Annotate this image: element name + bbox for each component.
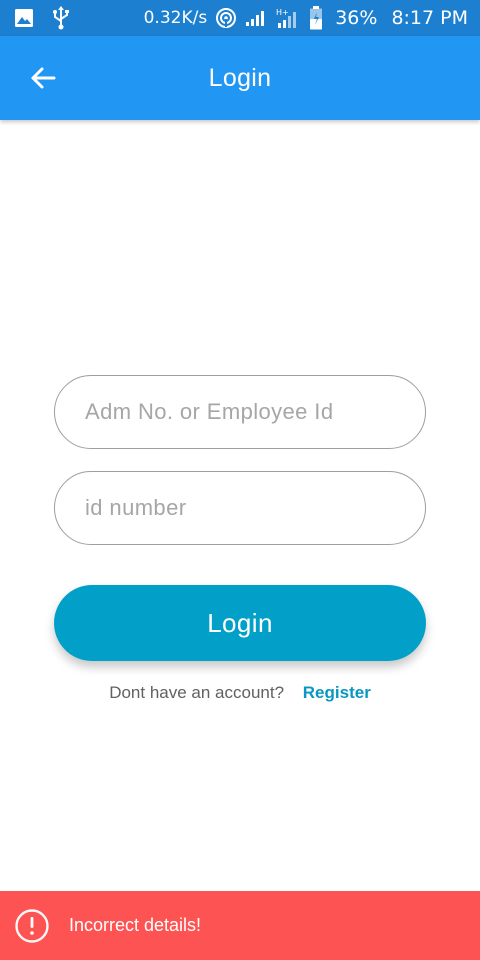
network-type-label: H+: [276, 8, 289, 17]
adm-number-input[interactable]: [55, 376, 425, 448]
info-icon: [14, 908, 50, 944]
clock: 8:17 PM: [391, 7, 468, 29]
register-prompt: Dont have an account?: [109, 683, 285, 702]
error-snackbar: Incorrect details!: [0, 891, 480, 960]
app-bar: Login: [0, 36, 480, 120]
register-row: Dont have an account? Register: [0, 683, 480, 703]
hotspot-icon: [215, 7, 237, 29]
battery-percent: 36%: [335, 7, 378, 29]
id-number-input[interactable]: [55, 472, 425, 544]
snackbar-message: Incorrect details!: [69, 915, 202, 935]
login-screen: 0.32K/s H+ 36% 8:17 PM Login Adm No. or …: [0, 0, 480, 960]
battery-icon: [309, 6, 323, 30]
id-number-field[interactable]: [54, 471, 426, 545]
status-bar: 0.32K/s H+ 36% 8:17 PM: [0, 0, 480, 36]
gallery-icon: [14, 8, 34, 28]
register-link[interactable]: Register: [303, 683, 371, 702]
page-title: Login: [208, 64, 272, 92]
adm-number-field[interactable]: [54, 375, 426, 449]
login-button[interactable]: Login: [54, 585, 426, 661]
signal-hplus-icon: H+: [275, 7, 301, 29]
network-speed: 0.32K/s: [143, 8, 208, 28]
signal-icon: [245, 9, 267, 27]
usb-icon: [52, 6, 70, 30]
